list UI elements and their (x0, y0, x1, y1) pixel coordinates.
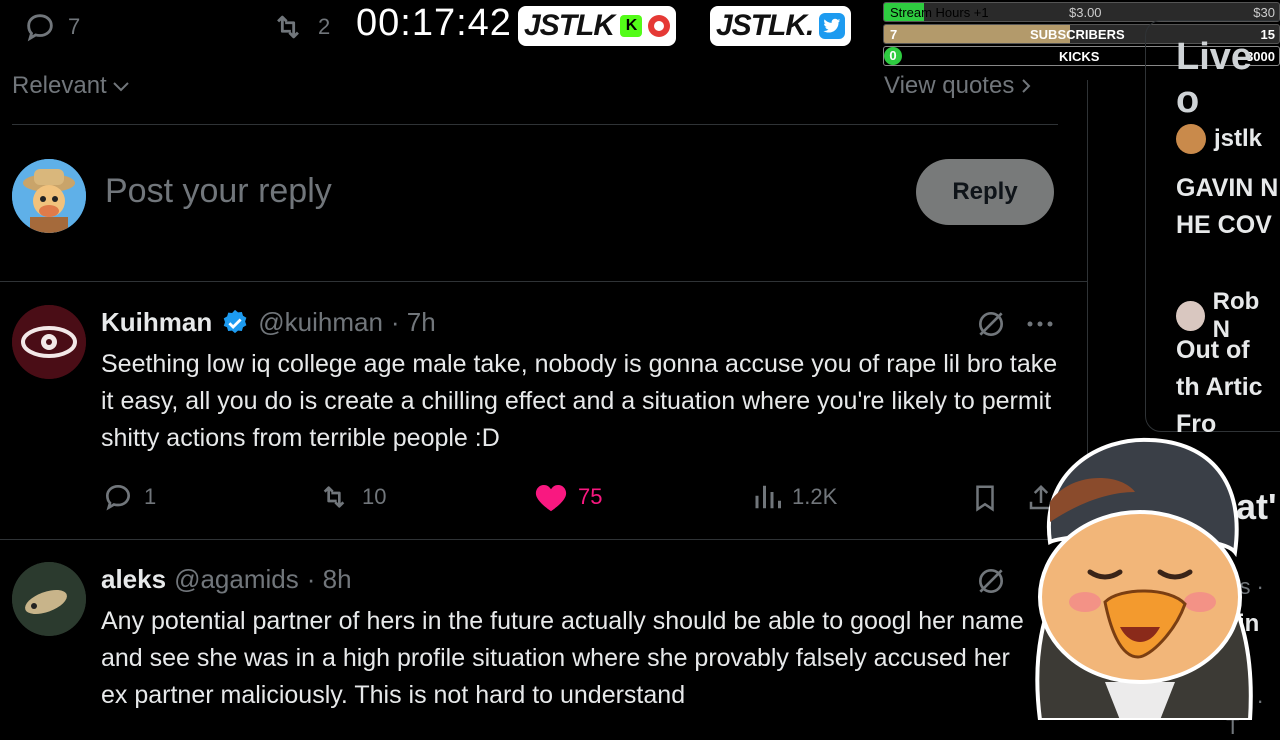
reply-count-stat[interactable]: 7 (22, 10, 80, 44)
tweet-reply-count: 1 (144, 484, 157, 509)
repost-count-stat[interactable]: 2 (268, 10, 330, 44)
heart-icon (535, 484, 567, 512)
subscribers-count: 7 (890, 27, 898, 42)
analytics-icon (755, 485, 781, 509)
view-quotes-link[interactable]: View quotes (884, 72, 1032, 100)
brand-text-1: JSTLK (524, 9, 615, 42)
bookmark-icon[interactable] (970, 482, 1000, 514)
avatar (1176, 124, 1206, 154)
kick-icon: K (620, 15, 643, 37)
sort-dropdown[interactable]: Relevant (12, 72, 131, 100)
tweet-header: aleks @agamids · 8h (101, 564, 352, 595)
tweet-view-count: 1.2K (792, 484, 838, 509)
live-item-author[interactable]: jstlk (1176, 124, 1262, 154)
eye-logo-avatar-icon (12, 305, 86, 379)
live-item-text[interactable]: GAVIN N HE COV (1176, 170, 1280, 244)
grok-icon[interactable] (975, 308, 1007, 340)
verified-badge-icon (223, 309, 247, 333)
kicks-label: KICKS (1059, 49, 1100, 64)
avatar (1176, 301, 1205, 331)
repost-icon (277, 15, 299, 39)
tweet-header: Kuihman @kuihman · 7h (101, 307, 436, 338)
reply-icon (27, 14, 53, 42)
tweet-time[interactable]: · 7h (391, 307, 436, 338)
divider (12, 124, 1058, 125)
tweet-reply-button[interactable]: 1 (102, 481, 156, 513)
repost-count: 2 (318, 14, 331, 39)
record-icon (648, 15, 671, 37)
tweet-time[interactable]: · 8h (307, 564, 352, 595)
stream-hours-label: Stream Hours +1 (890, 5, 989, 20)
tweet-avatar[interactable] (12, 562, 86, 636)
grok-icon[interactable] (975, 565, 1007, 597)
live-item-text[interactable]: Out of th Artic Fro (1176, 332, 1280, 443)
tweet-avatar[interactable] (12, 305, 86, 379)
author-handle[interactable]: @agamids (174, 564, 299, 595)
author-handle[interactable]: @kuihman (258, 307, 383, 338)
chevron-down-icon (113, 82, 129, 92)
brand-text-2: JSTLK. (716, 9, 814, 42)
tweet-repost-count: 10 (362, 484, 387, 509)
tweet-text: Any potential partner of hers in the fut… (101, 607, 1024, 709)
tweet-views-button[interactable]: 1.2K (752, 481, 837, 513)
tweet-text: Seething low iq college age male take, n… (101, 350, 1058, 452)
reply-icon (105, 484, 131, 511)
stream-hours-max: $30 (1253, 5, 1275, 20)
stream-hours-amount: $3.00 (1069, 5, 1102, 20)
live-item-name: jstlk (1214, 125, 1263, 152)
stream-hours-bar: Stream Hours +1 $3.00 $30 (883, 2, 1280, 22)
reply-button[interactable]: Reply (916, 159, 1054, 225)
tweet-repost-button[interactable]: 10 (316, 481, 386, 513)
divider (0, 281, 1088, 282)
author-name[interactable]: Kuihman (101, 307, 212, 338)
more-options-icon[interactable] (1025, 314, 1055, 334)
reply-count: 7 (68, 14, 81, 39)
sort-label: Relevant (12, 72, 107, 99)
subscribers-label: SUBSCRIBERS (1030, 27, 1125, 42)
streamer-mascot-overlay (1035, 437, 1253, 720)
reply-input[interactable]: Post your reply (105, 172, 332, 211)
jstlk-kick-logo: JSTLK K (518, 6, 677, 46)
cartoon-explorer-avatar-icon (12, 159, 86, 233)
lizard-photo-avatar-icon (12, 562, 86, 636)
repost-icon (323, 486, 345, 508)
divider (0, 539, 1088, 540)
jstlk-twitter-logo: JSTLK. (710, 6, 852, 46)
tweet-like-count: 75 (578, 484, 603, 509)
stream-timer: 00:17:42 (356, 2, 512, 44)
view-quotes-label: View quotes (884, 72, 1015, 99)
user-avatar[interactable] (12, 159, 86, 233)
tweet-like-button[interactable]: 75 (534, 481, 602, 513)
twitter-bird-icon (819, 13, 846, 39)
kicks-count: 0 (884, 47, 902, 65)
chevron-right-icon (1022, 79, 1031, 93)
author-name[interactable]: aleks (101, 564, 166, 595)
